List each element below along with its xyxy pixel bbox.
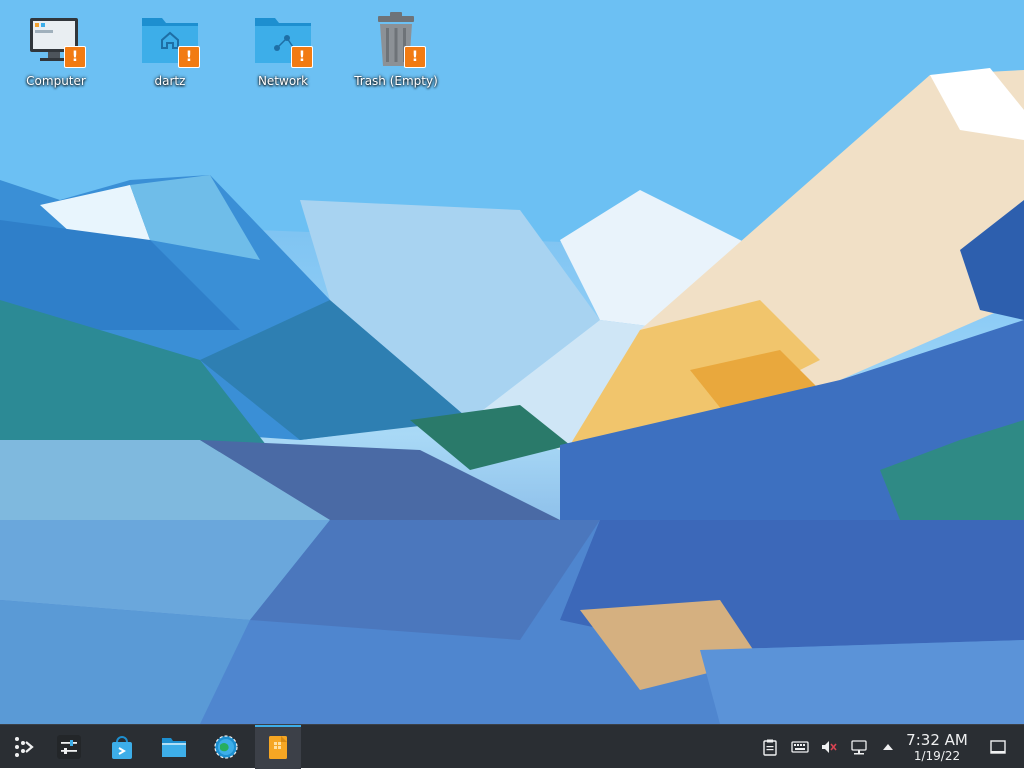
home-folder-icon: ! — [138, 8, 202, 72]
digital-clock[interactable]: 7:32 AM 1/19/22 — [900, 731, 974, 764]
keyboard-icon — [791, 741, 809, 753]
taskbar-app-discover[interactable] — [99, 725, 145, 769]
computer-icon: ! — [24, 8, 88, 72]
clipboard-icon — [763, 739, 777, 756]
warning-badge: ! — [404, 46, 426, 68]
folder-icon — [162, 738, 186, 757]
desktop-icon-label: Network — [257, 74, 309, 88]
chevron-up-icon — [883, 744, 893, 750]
desktop-icon-label: dartz — [154, 74, 186, 88]
desktop-icon-computer[interactable]: ! Computer — [2, 8, 110, 88]
desktop-icon-label: Computer — [26, 74, 86, 88]
application-launcher-button[interactable] — [0, 725, 46, 769]
tray-volume[interactable] — [819, 737, 839, 757]
trash-icon: ! — [364, 8, 428, 72]
taskbar-app-dolphin[interactable] — [151, 725, 197, 769]
gear-globe-icon — [214, 735, 238, 759]
show-desktop-button[interactable] — [988, 737, 1008, 757]
volume-muted-icon — [822, 741, 837, 753]
desktop[interactable]: ! Computer ! dartz ! Network ! Trash (Em… — [0, 0, 1024, 724]
warning-badge: ! — [64, 46, 86, 68]
kde-launcher-icon — [15, 737, 34, 757]
clock-date: 1/19/22 — [913, 749, 961, 763]
archive-icon — [269, 736, 287, 759]
tray-clipboard[interactable] — [760, 737, 780, 757]
store-bag-icon — [112, 736, 132, 759]
tray-keyboard[interactable] — [790, 737, 810, 757]
taskbar: 7:32 AM 1/19/22 — [0, 724, 1024, 769]
taskbar-app-archive[interactable] — [255, 725, 301, 769]
taskbar-app-settings[interactable] — [203, 725, 249, 769]
desktop-icon-trash[interactable]: ! Trash (Empty) — [342, 8, 450, 88]
clock-time: 7:32 AM — [906, 731, 968, 749]
show-desktop-icon — [990, 740, 1006, 754]
desktop-icon-label: Trash (Empty) — [354, 74, 438, 88]
network-folder-icon: ! — [251, 8, 315, 72]
tray-expand-button[interactable] — [878, 737, 898, 757]
network-icon — [851, 740, 867, 755]
wallpaper — [0, 0, 1024, 724]
warning-badge: ! — [291, 46, 313, 68]
taskbar-app-system-settings-panel[interactable] — [46, 725, 92, 769]
tray-network[interactable] — [849, 737, 869, 757]
sliders-icon — [57, 735, 81, 759]
warning-badge: ! — [178, 46, 200, 68]
desktop-icon-home[interactable]: ! dartz — [116, 8, 224, 88]
desktop-icon-network[interactable]: ! Network — [229, 8, 337, 88]
